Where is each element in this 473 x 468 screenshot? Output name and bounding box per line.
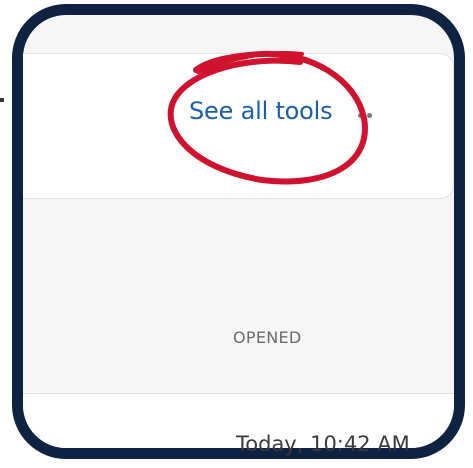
opened-timestamp: Today, 10:42 AM [236, 432, 410, 456]
more-horizontal-icon[interactable] [358, 113, 380, 119]
opened-column-header[interactable]: OPENED [233, 328, 302, 347]
zoom-frame [12, 4, 465, 459]
see-all-tools-link[interactable]: See all tools [189, 97, 333, 125]
toolbar-card [23, 53, 454, 199]
edge-mark [0, 98, 4, 102]
screenshot-stage: See all tools OPENED Today, 10:42 AM [0, 0, 473, 468]
